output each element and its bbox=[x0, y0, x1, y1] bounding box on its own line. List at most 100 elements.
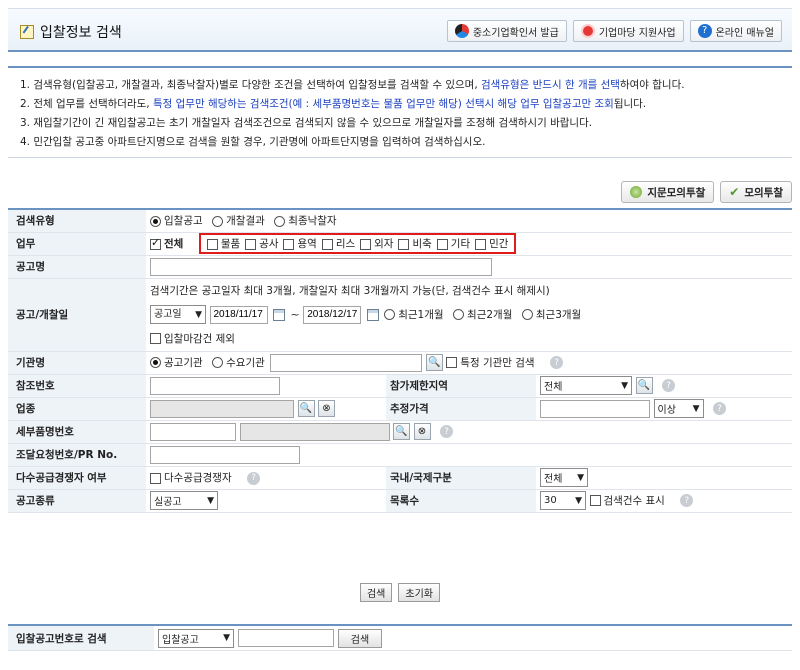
checkbox-business-construction[interactable]: 공사 bbox=[245, 236, 278, 251]
mock-bid-button[interactable]: ✔ 모의투찰 bbox=[720, 181, 792, 203]
radio-label: 최근3개월 bbox=[535, 308, 582, 321]
intl-select[interactable]: 전체 ▼ bbox=[540, 468, 588, 487]
row-pr-no: 조달요청번호/PR No. bbox=[8, 443, 792, 467]
search-icon[interactable]: 🔍 bbox=[393, 423, 410, 440]
item-no-input[interactable] bbox=[150, 422, 236, 441]
label-list-count: 목록수 bbox=[386, 489, 536, 513]
check-icon: ✔ bbox=[729, 185, 740, 199]
list-count-select[interactable]: 30 ▼ bbox=[540, 491, 586, 510]
label-multi-supply: 다수공급경쟁자 여부 bbox=[8, 466, 146, 490]
search-button[interactable]: 검색 bbox=[359, 583, 393, 602]
checkbox-business-goods[interactable]: 물품 bbox=[206, 236, 240, 251]
label-bid-number-search: 입찰공고번호로 검색 bbox=[8, 626, 154, 650]
checkbox-multi-supply[interactable]: 다수공급경쟁자 bbox=[150, 472, 232, 484]
header-buttons: 중소기업확인서 발급 기업마당 지원사업 ? 온라인 매뉴얼 bbox=[446, 20, 782, 42]
reset-button[interactable]: 초기화 bbox=[398, 583, 440, 602]
help-icon[interactable]: ? bbox=[713, 402, 726, 415]
calendar-icon[interactable] bbox=[366, 308, 379, 321]
bid-number-search-button[interactable]: 검색 bbox=[338, 628, 382, 648]
notice-line-1-tail: 하여야 합니다. bbox=[619, 79, 685, 91]
date-from-input[interactable] bbox=[209, 305, 268, 324]
fingerprint-mock-bid-button[interactable]: 지문모의투찰 bbox=[621, 181, 715, 203]
est-price-input[interactable] bbox=[540, 399, 650, 418]
help-icon[interactable]: ? bbox=[247, 471, 261, 485]
label-item-no: 세부품명번호 bbox=[8, 420, 146, 444]
checkbox-show-count[interactable]: 검색건수 표시 bbox=[589, 495, 665, 507]
checkbox-business-other[interactable]: 기타 bbox=[436, 236, 471, 251]
row-business: 업무 전체 물품 공사 용역 리스 외자 비축 기타 민간 bbox=[8, 232, 792, 256]
checkbox-business-service[interactable]: 용역 bbox=[283, 236, 317, 251]
clear-icon[interactable]: ⊗ bbox=[413, 423, 431, 440]
notice-line-2-highlight: 특정 업무만 해당하는 검색조건(예 : 세부품명번호는 물품 업무만 해당) … bbox=[152, 98, 614, 110]
label-date: 공고/개찰일 bbox=[8, 278, 146, 352]
online-manual-button[interactable]: ? 온라인 매뉴얼 bbox=[689, 20, 782, 42]
radio-label: 최근2개월 bbox=[467, 308, 513, 321]
form-actions: 검색 초기화 bbox=[0, 583, 800, 602]
radio-search-type-opening[interactable]: 개찰결과 bbox=[212, 215, 265, 227]
radio-label: 수요기관 bbox=[226, 356, 265, 369]
agency-input[interactable] bbox=[270, 353, 423, 372]
help-icon[interactable]: ? bbox=[662, 379, 675, 392]
notice-name-input[interactable] bbox=[150, 257, 492, 276]
help-icon[interactable]: ? bbox=[550, 356, 564, 369]
agency-cell: 공고기관 수요기관 🔍 특정 기관만 검색 ? bbox=[146, 351, 792, 375]
checkbox-label: 기타 bbox=[450, 238, 471, 250]
date-type-select[interactable]: 공고일 ▼ bbox=[150, 305, 206, 324]
checkbox-icon bbox=[283, 238, 295, 250]
notice-type-value: 실공고 bbox=[154, 497, 182, 508]
radio-search-type-winner[interactable]: 최종낙찰자 bbox=[274, 215, 337, 228]
radio-search-type-bid[interactable]: 입찰공고 bbox=[150, 215, 203, 227]
checkbox-icon bbox=[360, 238, 372, 250]
checkbox-business-stockpile[interactable]: 비축 bbox=[398, 236, 432, 251]
search-icon[interactable]: 🔍 bbox=[635, 377, 653, 394]
ref-no-input[interactable] bbox=[150, 376, 280, 395]
support-program-button[interactable]: 기업마당 지원사업 bbox=[572, 20, 684, 42]
checkbox-business-private[interactable]: 민간 bbox=[475, 236, 508, 251]
search-icon[interactable]: 🔍 bbox=[425, 354, 443, 371]
help-icon[interactable]: ? bbox=[680, 494, 694, 507]
region-cell: 전체 ▼ 🔍 ? bbox=[536, 374, 792, 398]
support-button-label: 기업마당 지원사업 bbox=[598, 27, 676, 39]
search-type-options: 입찰공고 개찰결과 최종낙찰자 bbox=[146, 209, 792, 233]
row-type-count: 공고종류 실공고 ▼ 목록수 30 ▼ 검색건수 표시 ? bbox=[8, 489, 792, 513]
pencil-icon bbox=[20, 25, 34, 39]
notice-type-select[interactable]: 실공고 ▼ bbox=[150, 491, 218, 510]
bid-number-type-select[interactable]: 입찰공고 ▼ bbox=[158, 628, 234, 648]
multi-supply-cell: 다수공급경쟁자 ? bbox=[146, 466, 386, 490]
search-icon[interactable]: 🔍 bbox=[297, 400, 315, 417]
industry-cell: 🔍 ⊗ bbox=[146, 397, 386, 421]
checkbox-icon bbox=[245, 238, 257, 250]
radio-agency-demand[interactable]: 수요기관 bbox=[212, 357, 265, 369]
date-type-value: 공고일 bbox=[154, 308, 182, 320]
bid-number-input[interactable] bbox=[238, 629, 334, 647]
checkbox-business-lease[interactable]: 리스 bbox=[321, 236, 355, 251]
notice-line-1-highlight: 검색유형은 반드시 한 개를 선택 bbox=[481, 79, 620, 91]
radio-label: 최종낙찰자 bbox=[288, 215, 337, 228]
radio-agency-notice[interactable]: 공고기관 bbox=[150, 357, 203, 369]
radio-period-3m[interactable]: 최근3개월 bbox=[521, 308, 582, 321]
page-title: 입찰정보 검색 bbox=[40, 25, 122, 41]
clear-icon[interactable]: ⊗ bbox=[318, 400, 335, 417]
ref-no-cell bbox=[146, 374, 386, 398]
radio-label: 최근1개월 bbox=[398, 308, 444, 321]
radio-icon bbox=[521, 309, 533, 320]
list-count-value: 30 bbox=[544, 495, 557, 506]
est-price-cond-select[interactable]: 이상 ▼ bbox=[653, 399, 704, 418]
checkbox-exclude-closed[interactable]: 입찰마감건 제외 bbox=[150, 333, 235, 345]
checkbox-label: 다수공급경쟁자 bbox=[164, 472, 232, 484]
checkbox-label: 공사 bbox=[259, 238, 279, 250]
checkbox-specific-agency[interactable]: 특정 기관만 검색 bbox=[446, 357, 535, 369]
checkbox-business-foreign[interactable]: 외자 bbox=[360, 236, 393, 251]
radio-period-2m[interactable]: 최근2개월 bbox=[453, 309, 512, 321]
checkbox-business-all[interactable]: 전체 bbox=[150, 236, 183, 250]
chevron-down-icon: ▼ bbox=[575, 495, 582, 506]
radio-period-1m[interactable]: 최근1개월 bbox=[384, 308, 444, 321]
calendar-icon[interactable] bbox=[273, 308, 285, 321]
support-icon bbox=[580, 24, 595, 38]
fingerprint-icon bbox=[630, 186, 643, 198]
help-icon[interactable]: ? bbox=[440, 425, 453, 438]
date-to-input[interactable] bbox=[303, 305, 362, 324]
certificate-button[interactable]: 중소기업확인서 발급 bbox=[446, 20, 567, 42]
region-select[interactable]: 전체 ▼ bbox=[540, 376, 632, 395]
pr-no-input[interactable] bbox=[150, 445, 300, 464]
